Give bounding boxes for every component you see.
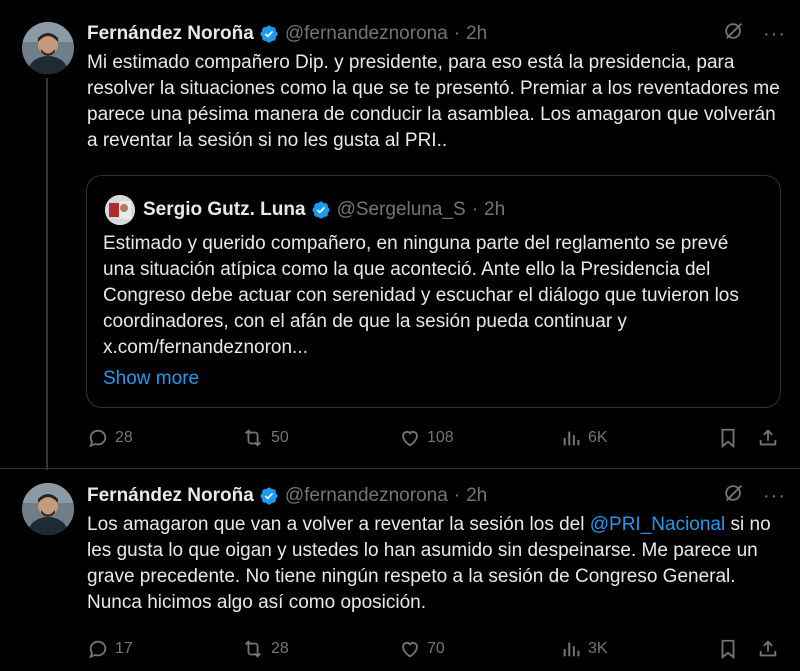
repost-button[interactable]: 28 bbox=[241, 636, 289, 662]
tweet-actions: 28 50 108 6K bbox=[87, 425, 782, 451]
author-handle[interactable]: @fernandeznorona bbox=[285, 23, 448, 45]
repost-icon bbox=[241, 638, 265, 660]
share-icon[interactable] bbox=[757, 636, 779, 662]
repost-count: 50 bbox=[271, 429, 289, 446]
separator-dot: · bbox=[453, 485, 461, 506]
reply-button[interactable]: 28 bbox=[87, 425, 133, 451]
repost-count: 28 bbox=[271, 640, 289, 657]
quoted-tweet[interactable]: Sergio Gutz. Luna @Sergeluna_S · 2h Esti… bbox=[86, 175, 781, 408]
views-icon bbox=[560, 638, 582, 660]
thread-connector-line bbox=[46, 78, 48, 470]
like-button[interactable]: 108 bbox=[399, 425, 454, 451]
views-count: 3K bbox=[588, 640, 608, 657]
tweet-actions: 17 28 70 3K bbox=[87, 636, 782, 662]
like-button[interactable]: 70 bbox=[399, 636, 445, 662]
author-name[interactable]: Fernández Noroña bbox=[87, 485, 254, 507]
repost-button[interactable]: 50 bbox=[241, 425, 289, 451]
avatar[interactable] bbox=[22, 22, 74, 74]
tweet-header: Fernández Noroña @fernandeznorona · 2h ·… bbox=[87, 483, 786, 509]
author-name[interactable]: Fernández Noroña bbox=[87, 23, 254, 45]
timestamp[interactable]: 2h bbox=[466, 485, 487, 507]
author-handle[interactable]: @fernandeznorona bbox=[285, 485, 448, 507]
tweet-text: Mi estimado compañero Dip. y presidente,… bbox=[87, 52, 780, 151]
like-icon bbox=[399, 427, 421, 449]
reply-count: 17 bbox=[115, 640, 133, 657]
quote-text: Estimado y querido compañero, en ninguna… bbox=[103, 233, 739, 358]
tweet[interactable]: Fernández Noroña @fernandeznorona · 2h ·… bbox=[0, 0, 800, 470]
bookmark-icon[interactable] bbox=[717, 425, 739, 451]
bookmark-icon[interactable] bbox=[717, 636, 739, 662]
quote-timestamp[interactable]: 2h bbox=[484, 199, 505, 221]
avatar[interactable] bbox=[22, 483, 74, 535]
verified-badge-icon bbox=[311, 200, 331, 220]
share-icon[interactable] bbox=[757, 425, 779, 451]
mention-link[interactable]: @PRI_Nacional bbox=[590, 514, 725, 535]
verified-badge-icon bbox=[259, 486, 279, 506]
tweet-text: Los amagaron que van a volver a reventar… bbox=[87, 512, 787, 616]
reply-icon bbox=[87, 427, 109, 449]
quote-author-name[interactable]: Sergio Gutz. Luna bbox=[143, 199, 306, 221]
quote-header: Sergio Gutz. Luna @Sergeluna_S · 2h bbox=[143, 197, 505, 223]
repost-icon bbox=[241, 427, 265, 449]
grok-icon[interactable] bbox=[723, 482, 745, 510]
timestamp[interactable]: 2h bbox=[466, 23, 487, 45]
views-count: 6K bbox=[588, 429, 608, 446]
more-icon[interactable]: ··· bbox=[763, 24, 786, 44]
more-icon[interactable]: ··· bbox=[763, 486, 786, 506]
like-icon bbox=[399, 638, 421, 660]
reply-count: 28 bbox=[115, 429, 133, 446]
show-more-link[interactable]: Show more bbox=[103, 366, 199, 392]
tweet-header: Fernández Noroña @fernandeznorona · 2h ·… bbox=[87, 21, 786, 47]
separator-dot: · bbox=[471, 199, 479, 220]
reply-button[interactable]: 17 bbox=[87, 636, 133, 662]
tweet-text-part: Los amagaron que van a volver a reventar… bbox=[87, 514, 590, 535]
grok-icon[interactable] bbox=[723, 20, 745, 48]
like-count: 108 bbox=[427, 429, 454, 446]
views-icon bbox=[560, 427, 582, 449]
reply-icon bbox=[87, 638, 109, 660]
views-button[interactable]: 3K bbox=[560, 636, 608, 662]
views-button[interactable]: 6K bbox=[560, 425, 608, 451]
like-count: 70 bbox=[427, 640, 445, 657]
tweet[interactable]: Fernández Noroña @fernandeznorona · 2h ·… bbox=[0, 468, 800, 671]
quote-author-handle[interactable]: @Sergeluna_S bbox=[337, 199, 466, 221]
separator-dot: · bbox=[453, 23, 461, 44]
verified-badge-icon bbox=[259, 24, 279, 44]
quote-avatar[interactable] bbox=[105, 195, 135, 225]
